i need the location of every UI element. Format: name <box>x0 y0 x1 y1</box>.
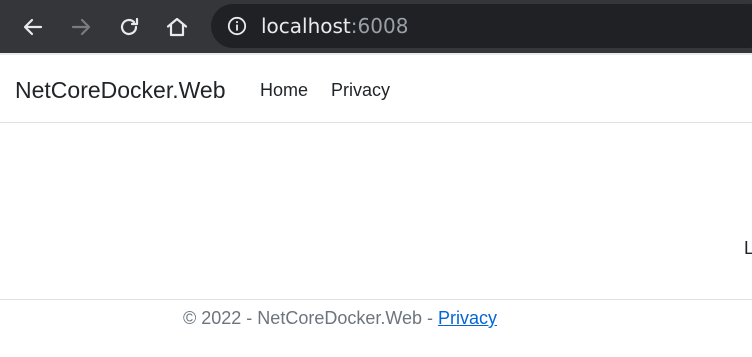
site-footer: © 2022 - NetCoreDocker.Web - Privacy <box>0 299 752 357</box>
footer-copyright: © 2022 - NetCoreDocker.Web - <box>183 308 439 328</box>
footer-text: © 2022 - NetCoreDocker.Web - Privacy <box>183 306 497 330</box>
brand-link[interactable]: NetCoreDocker.Web <box>15 76 226 104</box>
arrow-left-icon <box>23 18 43 36</box>
home-button[interactable] <box>161 11 193 43</box>
home-icon <box>166 17 188 37</box>
nav-link-home[interactable]: Home <box>260 78 308 102</box>
forward-button[interactable] <box>65 11 97 43</box>
clipped-text: L <box>744 238 752 258</box>
url-port: :6008 <box>350 14 409 38</box>
reload-icon <box>120 17 139 36</box>
nav-link-privacy[interactable]: Privacy <box>331 78 390 102</box>
address-bar[interactable]: localhost:6008 <box>211 4 752 48</box>
browser-toolbar: localhost:6008 <box>0 0 752 53</box>
arrow-right-icon <box>71 18 91 36</box>
site-navbar: NetCoreDocker.Web Home Privacy <box>0 55 752 123</box>
reload-button[interactable] <box>113 11 145 43</box>
url-text[interactable]: localhost:6008 <box>261 15 408 37</box>
main-content: L <box>0 123 752 299</box>
url-host: localhost <box>261 14 351 38</box>
footer-privacy-link[interactable]: Privacy <box>438 308 497 328</box>
back-button[interactable] <box>17 11 49 43</box>
info-icon[interactable] <box>227 16 247 36</box>
